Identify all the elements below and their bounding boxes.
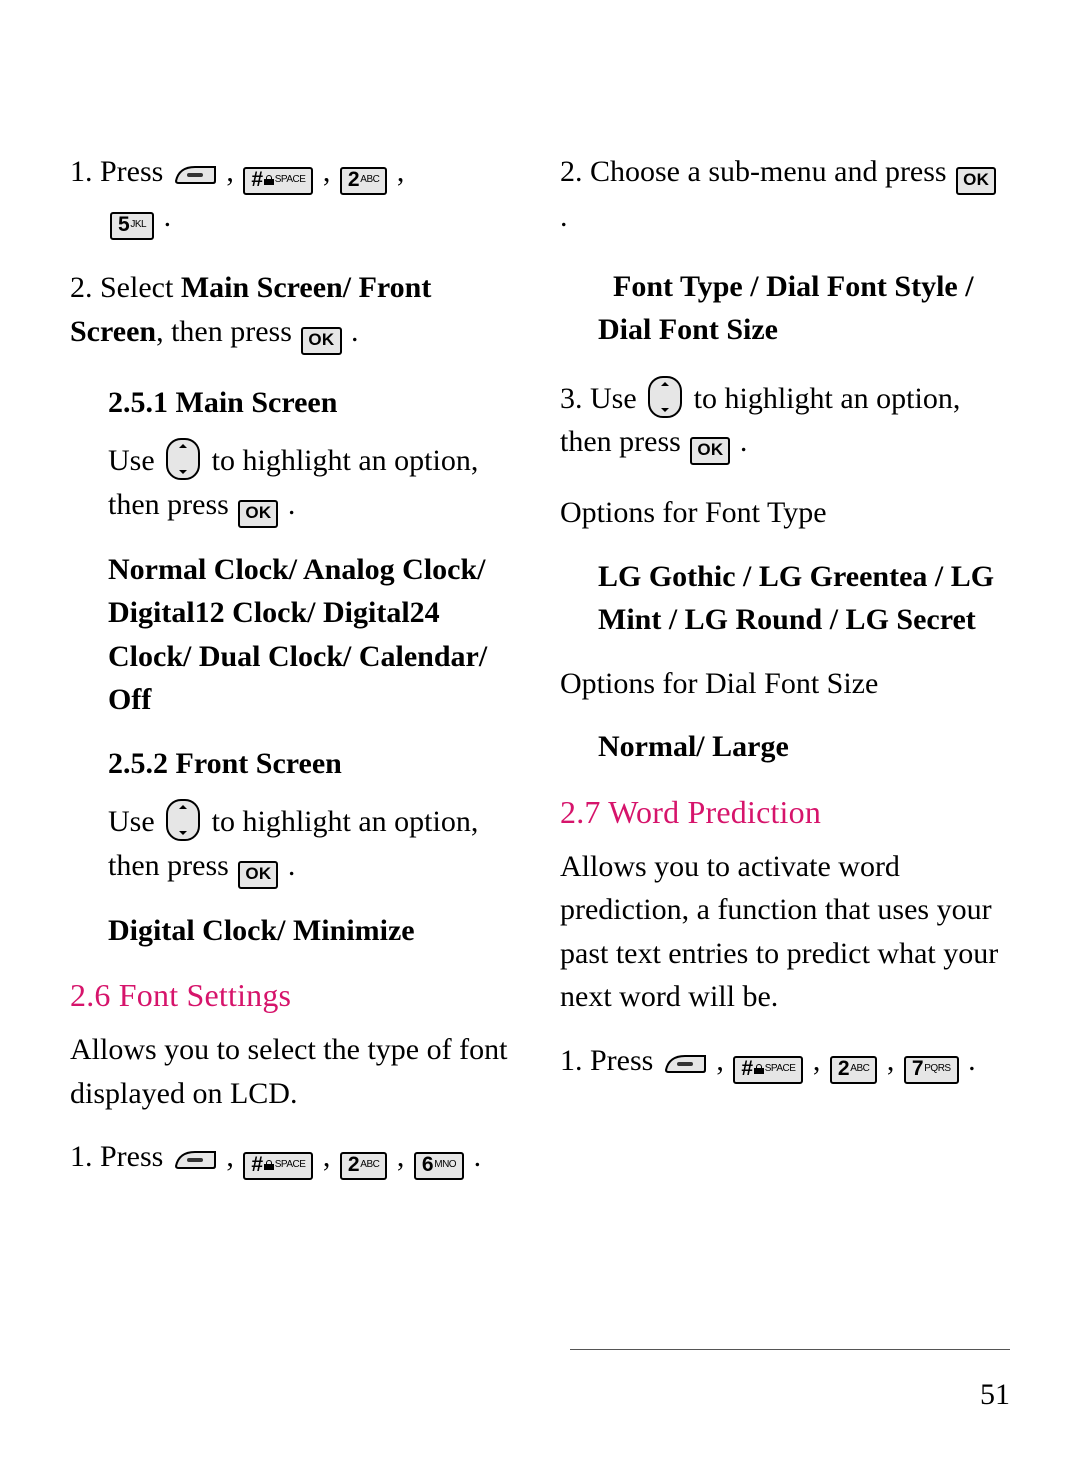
step-2-a: 2. Select bbox=[70, 271, 181, 304]
nav-updown-icon bbox=[166, 438, 200, 480]
key-5-icon: 5JKL bbox=[110, 212, 154, 240]
options-font-type-label: Options for Font Type bbox=[560, 491, 1010, 535]
hash-key-icon: #SPACE bbox=[733, 1056, 803, 1084]
step-1-label: 1. Press bbox=[70, 155, 163, 188]
step-2-7-1: 1. Press , #SPACE , 2ABC , 7PQRS . bbox=[560, 1039, 1010, 1084]
use-nav-1: Use to highlight an option, then press O… bbox=[70, 438, 520, 528]
step-r2: 2. Choose a sub-menu and press OK . bbox=[560, 150, 1010, 239]
two-column-layout: 1. Press , #SPACE , 2ABC , 5JKL . 2. Sel… bbox=[70, 150, 1010, 1206]
left-softkey-icon bbox=[663, 1050, 707, 1076]
heading-2-6: 2.6 Font Settings bbox=[70, 972, 520, 1018]
nav-updown-icon bbox=[166, 799, 200, 841]
step-2: 2. Select Main Screen/ Front Screen, the… bbox=[70, 266, 520, 355]
use-nav-2: Use to highlight an option, then press O… bbox=[70, 799, 520, 889]
key-2-icon: 2ABC bbox=[830, 1056, 877, 1084]
key-6-icon: 6MNO bbox=[414, 1152, 464, 1180]
ok-key-icon: OK bbox=[690, 437, 730, 465]
step-1: 1. Press , #SPACE , 2ABC , 5JKL . bbox=[70, 150, 520, 240]
ok-key-icon: OK bbox=[238, 861, 278, 889]
footer-rule bbox=[570, 1349, 1010, 1350]
step-2-6-1: 1. Press , #SPACE , 2ABC , 6MNO . bbox=[70, 1135, 520, 1180]
step-r3: 3. Use to highlight an option, then pres… bbox=[560, 376, 1010, 466]
clock-options: Normal Clock/ Analog Clock/ Digital12 Cl… bbox=[70, 548, 520, 722]
key-2-icon: 2ABC bbox=[340, 1152, 387, 1180]
section-2-6-desc: Allows you to select the type of font di… bbox=[70, 1028, 520, 1115]
heading-2-5-1: 2.5.1 Main Screen bbox=[70, 381, 520, 425]
font-submenu: Font Type / Dial Font Style / Dial Font … bbox=[560, 265, 1010, 352]
section-2-7-desc: Allows you to activate word prediction, … bbox=[560, 845, 1010, 1019]
key-2-icon: 2ABC bbox=[340, 167, 387, 195]
hash-key-icon: #SPACE bbox=[243, 1152, 313, 1180]
step-2-c: , then press bbox=[156, 315, 299, 348]
hash-key-icon: #SPACE bbox=[243, 167, 313, 195]
front-screen-options: Digital Clock/ Minimize bbox=[70, 909, 520, 953]
nav-updown-icon bbox=[648, 376, 682, 418]
options-font-type: LG Gothic / LG Greentea / LG Mint / LG R… bbox=[560, 555, 1010, 642]
ok-key-icon: OK bbox=[238, 500, 278, 528]
page-number: 51 bbox=[980, 1378, 1010, 1412]
ok-key-icon: OK bbox=[956, 167, 996, 195]
heading-2-7: 2.7 Word Prediction bbox=[560, 789, 1010, 835]
options-dial-font-size-label: Options for Dial Font Size bbox=[560, 662, 1010, 706]
key-7-icon: 7PQRS bbox=[904, 1056, 959, 1084]
ok-key-icon: OK bbox=[301, 327, 341, 355]
left-softkey-icon bbox=[173, 1146, 217, 1172]
left-column: 1. Press , #SPACE , 2ABC , 5JKL . 2. Sel… bbox=[70, 150, 520, 1206]
heading-2-5-2: 2.5.2 Front Screen bbox=[70, 742, 520, 786]
right-column: 2. Choose a sub-menu and press OK . Font… bbox=[560, 150, 1010, 1206]
manual-page: 1. Press , #SPACE , 2ABC , 5JKL . 2. Sel… bbox=[0, 0, 1080, 1460]
left-softkey-icon bbox=[173, 161, 217, 187]
options-dial-font-size: Normal/ Large bbox=[560, 725, 1010, 769]
